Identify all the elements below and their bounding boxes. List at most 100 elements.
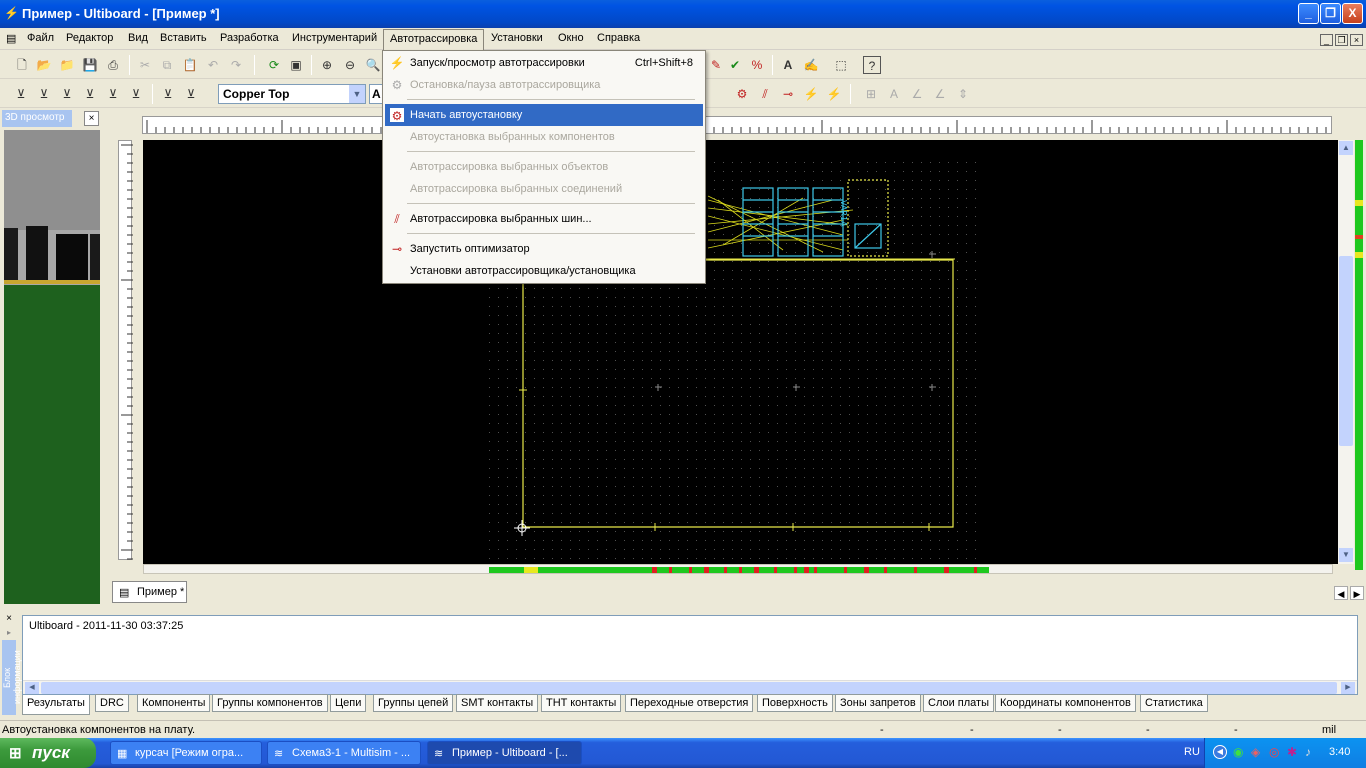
menu-item-run-optimizer[interactable]: ⊸ Запустить оптимизатор xyxy=(385,238,703,260)
language-indicator[interactable]: RU xyxy=(1184,746,1200,758)
redo-icon[interactable]: ↷ xyxy=(227,56,245,74)
tray-antivirus-icon[interactable]: ◈ xyxy=(1251,745,1260,759)
menu-item-autorouter-settings[interactable]: Установки автотрассировщика/установщика xyxy=(385,260,703,282)
refresh-icon[interactable]: ⟳ xyxy=(265,56,283,74)
tray-volume-icon[interactable]: ♪ xyxy=(1305,745,1311,759)
zoom-in-icon[interactable]: ⊕ xyxy=(318,56,336,74)
optimizer-toolbar-icon[interactable]: ⊸ xyxy=(779,85,797,103)
scroll-right-icon[interactable]: ▶ xyxy=(1341,682,1355,694)
autoplace-toolbar-icon[interactable]: ⚙ xyxy=(733,85,751,103)
print-icon[interactable]: ⎙ xyxy=(104,56,122,74)
mdi-close-icon[interactable]: × xyxy=(1350,34,1363,46)
tab-smt-pads[interactable]: SMT контакты xyxy=(456,694,539,712)
vertical-scrollbar[interactable]: ▲ ▼ xyxy=(1338,140,1354,564)
filter-1-icon[interactable]: ⊻ xyxy=(12,85,30,103)
menu-item-start-autoplace[interactable]: ⚙ Начать автоустановку xyxy=(385,104,703,126)
tab-scroll-left-icon[interactable]: ◀ xyxy=(1334,586,1348,600)
new-icon[interactable]: 🗋 xyxy=(13,56,31,74)
menu-file[interactable]: Файл xyxy=(27,32,54,44)
tray-app-icon[interactable]: ◉ xyxy=(1233,745,1243,759)
tab-component-groups[interactable]: Группы компонентов xyxy=(212,694,328,712)
text-edit-icon[interactable]: ✍ xyxy=(802,56,820,74)
pen-icon[interactable]: ✎ xyxy=(707,56,725,74)
tab-results[interactable]: Результаты xyxy=(22,695,90,715)
layer-select[interactable]: Copper Top ▼ xyxy=(218,84,366,104)
help-icon[interactable]: ? xyxy=(863,56,881,74)
tab-net-groups[interactable]: Группы цепей xyxy=(373,694,454,712)
title-bar[interactable]: ⚡ Пример - Ultiboard - [Пример *] _ ❐ X xyxy=(0,0,1366,28)
align-icon[interactable]: ⊞ xyxy=(862,85,880,103)
close-button[interactable]: X xyxy=(1342,3,1363,24)
tray-media-icon[interactable]: ◎ xyxy=(1269,745,1279,759)
cut-icon[interactable]: ✂ xyxy=(136,56,154,74)
tray-bluetooth-icon[interactable]: ✱ xyxy=(1287,745,1297,759)
results-text[interactable]: Ultiboard - 2011-11-30 03:37:25 ◀ ▶ xyxy=(22,615,1358,695)
menu-tools[interactable]: Инструментарий xyxy=(292,32,377,44)
scroll-up-icon[interactable]: ▲ xyxy=(1339,141,1353,155)
menu-options[interactable]: Установки xyxy=(491,32,543,44)
zoom-window-icon[interactable]: 🔍 xyxy=(364,56,382,74)
results-scroll-thumb[interactable] xyxy=(41,682,1337,694)
filter-3-icon[interactable]: ⊻ xyxy=(58,85,76,103)
filter-2-icon[interactable]: ⊻ xyxy=(35,85,53,103)
document-tab[interactable]: ▤ Пример * xyxy=(112,581,187,603)
tab-keepout[interactable]: Зоны запретов xyxy=(835,694,921,712)
app-icon[interactable]: ⚡ xyxy=(4,6,19,20)
chevron-down-icon[interactable]: ▼ xyxy=(349,85,365,103)
select-rect-icon[interactable]: ⬚ xyxy=(832,56,850,74)
info-block-label[interactable]: Блок информации xyxy=(2,640,22,715)
filter-4-icon[interactable]: ⊻ xyxy=(81,85,99,103)
mdi-restore-icon[interactable]: ❐ xyxy=(1335,34,1348,46)
tab-component-coords[interactable]: Координаты компонентов xyxy=(995,694,1136,712)
tab-scroll-right-icon[interactable]: ▶ xyxy=(1350,586,1364,600)
menu-autoroute[interactable]: Автотрассировка xyxy=(383,29,485,50)
taskbar-item-ultiboard[interactable]: ≋ Пример - Ultiboard - [... xyxy=(427,741,582,765)
filter-all-icon[interactable]: ⊻ xyxy=(182,85,200,103)
taskbar-item-multisim[interactable]: ≋ Схема3-1 - Multisim - ... xyxy=(267,741,421,765)
filter-text-icon[interactable]: ⊻ xyxy=(159,85,177,103)
tab-copper-areas[interactable]: Поверхность xyxy=(757,694,833,712)
taskbar-item-word[interactable]: ▦ курсач [Режим огра... xyxy=(110,741,262,765)
panel-close-icon[interactable]: × xyxy=(84,111,99,126)
text-tool-icon[interactable]: A xyxy=(779,56,797,74)
pcb-canvas[interactable]: VAR1A xyxy=(143,140,1338,564)
tab-vias[interactable]: Переходные отверстия xyxy=(625,694,754,712)
percent-icon[interactable]: % xyxy=(748,56,766,74)
bus-route-toolbar-icon[interactable]: ⫽ xyxy=(756,85,774,103)
menu-edit[interactable]: Редактор xyxy=(66,32,113,44)
angle-icon[interactable]: ∠ xyxy=(908,85,926,103)
menu-item-route-selected-connections[interactable]: Автотрассировка выбранных соединений xyxy=(385,178,703,200)
stop-toolbar-icon[interactable]: ⚡ xyxy=(825,85,843,103)
open-icon[interactable]: 📂 xyxy=(35,56,53,74)
menu-item-run-autoroute[interactable]: ⚡ Запуск/просмотр автотрассировки Ctrl+S… xyxy=(385,52,703,74)
menu-item-autoplace-selected[interactable]: Автоустановка выбранных компонентов xyxy=(385,126,703,148)
menu-design[interactable]: Разработка xyxy=(220,32,279,44)
doc-icon[interactable]: ▤ xyxy=(6,32,16,45)
panel-3d-title[interactable]: 3D просмотр xyxy=(2,110,72,127)
scroll-thumb[interactable] xyxy=(1339,256,1353,446)
3d-preview[interactable] xyxy=(4,130,100,604)
tab-components[interactable]: Компоненты xyxy=(137,694,211,712)
mirror-icon[interactable]: ⇕ xyxy=(954,85,972,103)
maximize-button[interactable]: ❐ xyxy=(1320,3,1341,24)
scroll-down-icon[interactable]: ▼ xyxy=(1339,548,1353,562)
font-box[interactable]: A xyxy=(369,84,383,104)
paste-icon[interactable]: 📋 xyxy=(181,56,199,74)
check-icon[interactable]: ✔ xyxy=(726,56,744,74)
scroll-left-icon[interactable]: ◀ xyxy=(25,682,39,694)
tab-tht-pads[interactable]: THT контакты xyxy=(541,694,622,712)
text-size-icon[interactable]: A xyxy=(885,85,903,103)
tab-board-layers[interactable]: Слои платы xyxy=(923,694,994,712)
save-icon[interactable]: 💾 xyxy=(81,56,99,74)
panel-pin-icon[interactable]: ▸ xyxy=(2,628,16,638)
mdi-minimize-icon[interactable]: _ xyxy=(1320,34,1333,46)
tab-statistics[interactable]: Статистика xyxy=(1140,694,1208,712)
tray-expand-icon[interactable]: ◀ xyxy=(1213,745,1227,759)
menu-item-route-selected-objects[interactable]: Автотрассировка выбранных объектов xyxy=(385,156,703,178)
undo-icon[interactable]: ↶ xyxy=(204,56,222,74)
menu-window[interactable]: Окно xyxy=(558,32,584,44)
menu-insert[interactable]: Вставить xyxy=(160,32,207,44)
start-button[interactable]: ⊞ пуск xyxy=(0,738,96,768)
minimize-button[interactable]: _ xyxy=(1298,3,1319,24)
filter-5-icon[interactable]: ⊻ xyxy=(104,85,122,103)
